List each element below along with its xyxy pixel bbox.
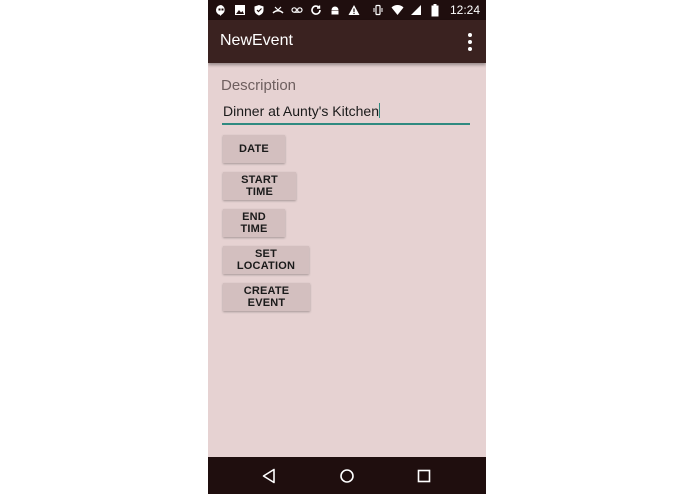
menu-dot <box>468 33 472 37</box>
start-time-button[interactable]: START TIME <box>223 172 296 200</box>
android-icon <box>328 3 341 16</box>
more-vert-icon[interactable] <box>464 33 476 51</box>
missed-call-icon <box>271 3 284 16</box>
set-location-button[interactable]: SET LOCATION <box>223 246 309 274</box>
description-label: Description <box>221 77 297 94</box>
phone-screen: 12:24 NewEvent Description Dinner at Aun… <box>208 0 486 494</box>
home-icon[interactable] <box>338 467 356 485</box>
status-icons-left <box>214 3 360 16</box>
vibrate-icon <box>372 4 385 17</box>
status-clock: 12:24 <box>449 3 480 17</box>
hangouts-icon <box>214 3 227 16</box>
date-button[interactable]: DATE <box>223 135 285 163</box>
image-icon <box>233 3 246 16</box>
warning-icon <box>347 3 360 16</box>
sync-icon <box>309 3 322 16</box>
battery-icon <box>429 3 442 17</box>
recents-icon[interactable] <box>415 467 433 485</box>
menu-dot <box>468 47 472 51</box>
voicemail-icon <box>290 3 303 16</box>
text-cursor <box>378 103 380 118</box>
app-title: NewEvent <box>220 32 293 49</box>
description-value: Dinner at Aunty's Kitchen <box>223 103 379 119</box>
end-time-button[interactable]: END TIME <box>223 209 285 237</box>
back-icon[interactable] <box>260 467 278 485</box>
status-bar: 12:24 <box>208 0 486 20</box>
signal-icon <box>410 4 423 17</box>
shield-icon <box>252 3 265 16</box>
description-input[interactable]: Dinner at Aunty's Kitchen <box>222 103 470 125</box>
status-icons-right: 12:24 <box>372 3 480 17</box>
wifi-icon <box>391 4 404 17</box>
create-event-button[interactable]: CREATE EVENT <box>223 283 310 311</box>
menu-dot <box>468 40 472 44</box>
app-bar: NewEvent <box>208 20 486 63</box>
navigation-bar <box>208 457 486 494</box>
